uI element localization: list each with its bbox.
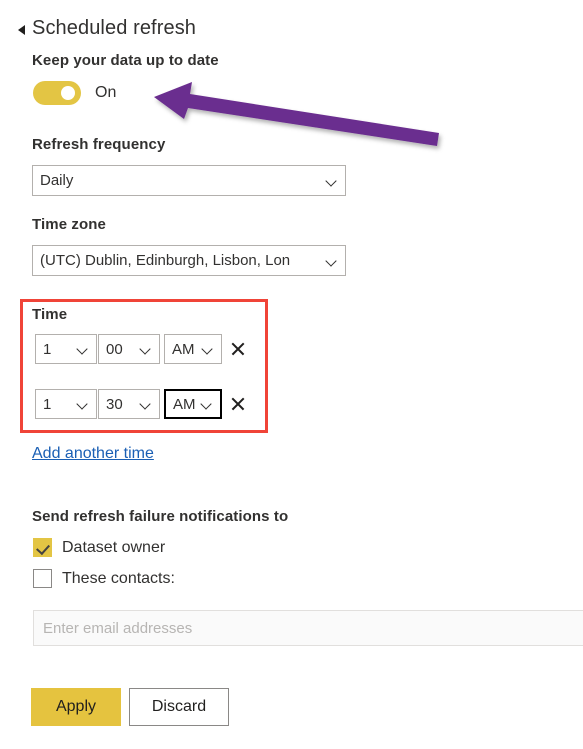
chevron-down-icon	[77, 398, 89, 410]
time-row-2-meridiem-value: AM	[173, 395, 196, 413]
chevron-down-icon	[202, 343, 214, 355]
chevron-down-icon	[201, 398, 213, 410]
chevron-down-icon	[326, 255, 338, 267]
triangle-collapse-icon[interactable]	[18, 24, 25, 35]
time-row-1-hour-select[interactable]: 1	[35, 334, 97, 364]
time-row-1-minute-value: 00	[106, 340, 123, 358]
dataset-owner-checkbox-row[interactable]: Dataset owner	[33, 538, 165, 557]
these-contacts-label: These contacts:	[62, 569, 175, 587]
refresh-frequency-select[interactable]: Daily	[32, 165, 346, 196]
time-row-2-minute-select[interactable]: 30	[98, 389, 160, 419]
time-row-2-hour-select[interactable]: 1	[35, 389, 97, 419]
time-zone-value: (UTC) Dublin, Edinburgh, Lisbon, Lon	[40, 252, 291, 269]
refresh-frequency-value: Daily	[40, 172, 74, 189]
time-row-1-meridiem-select[interactable]: AM	[164, 334, 222, 364]
chevron-down-icon	[77, 343, 89, 355]
apply-button[interactable]: Apply	[31, 688, 121, 726]
toggle-state-label: On	[95, 84, 117, 101]
email-addresses-input[interactable]	[33, 610, 583, 646]
chevron-down-icon	[326, 175, 338, 187]
time-row-1-hour-value: 1	[43, 340, 52, 358]
scheduled-refresh-page: Scheduled refresh Keep your data up to d…	[0, 0, 583, 749]
keep-data-toggle-row: On	[33, 81, 116, 105]
time-zone-select[interactable]: (UTC) Dublin, Edinburgh, Lisbon, Lon	[32, 245, 346, 276]
time-row-1-minute-select[interactable]: 00	[98, 334, 160, 364]
these-contacts-checkbox-row[interactable]: These contacts:	[33, 569, 175, 588]
these-contacts-checkbox[interactable]	[33, 569, 52, 588]
keep-data-toggle[interactable]	[33, 81, 81, 105]
discard-button[interactable]: Discard	[129, 688, 229, 726]
purple-arrow-annotation	[154, 82, 439, 146]
dataset-owner-label: Dataset owner	[62, 538, 166, 556]
keep-data-up-to-date-label: Keep your data up to date	[32, 52, 219, 69]
time-row-1-remove-close-icon[interactable]	[228, 339, 248, 359]
toggle-knob	[61, 86, 75, 100]
time-row-2-meridiem-select[interactable]: AM	[164, 389, 222, 419]
add-another-time-link[interactable]: Add another time	[32, 445, 154, 463]
time-label: Time	[32, 306, 68, 323]
time-row-2-remove-close-icon[interactable]	[228, 394, 248, 414]
notifications-label: Send refresh failure notifications to	[32, 508, 289, 525]
refresh-frequency-label: Refresh frequency	[32, 136, 166, 153]
time-row-2-hour-value: 1	[43, 395, 52, 413]
time-row-2-minute-value: 30	[106, 395, 123, 413]
dataset-owner-checkbox[interactable]	[33, 538, 52, 557]
time-row-1-meridiem-value: AM	[172, 340, 195, 358]
page-title: Scheduled refresh	[32, 17, 197, 39]
chevron-down-icon	[140, 343, 152, 355]
scheduled-refresh-header[interactable]: Scheduled refresh	[18, 17, 196, 40]
time-zone-label: Time zone	[32, 216, 106, 233]
chevron-down-icon	[140, 398, 152, 410]
